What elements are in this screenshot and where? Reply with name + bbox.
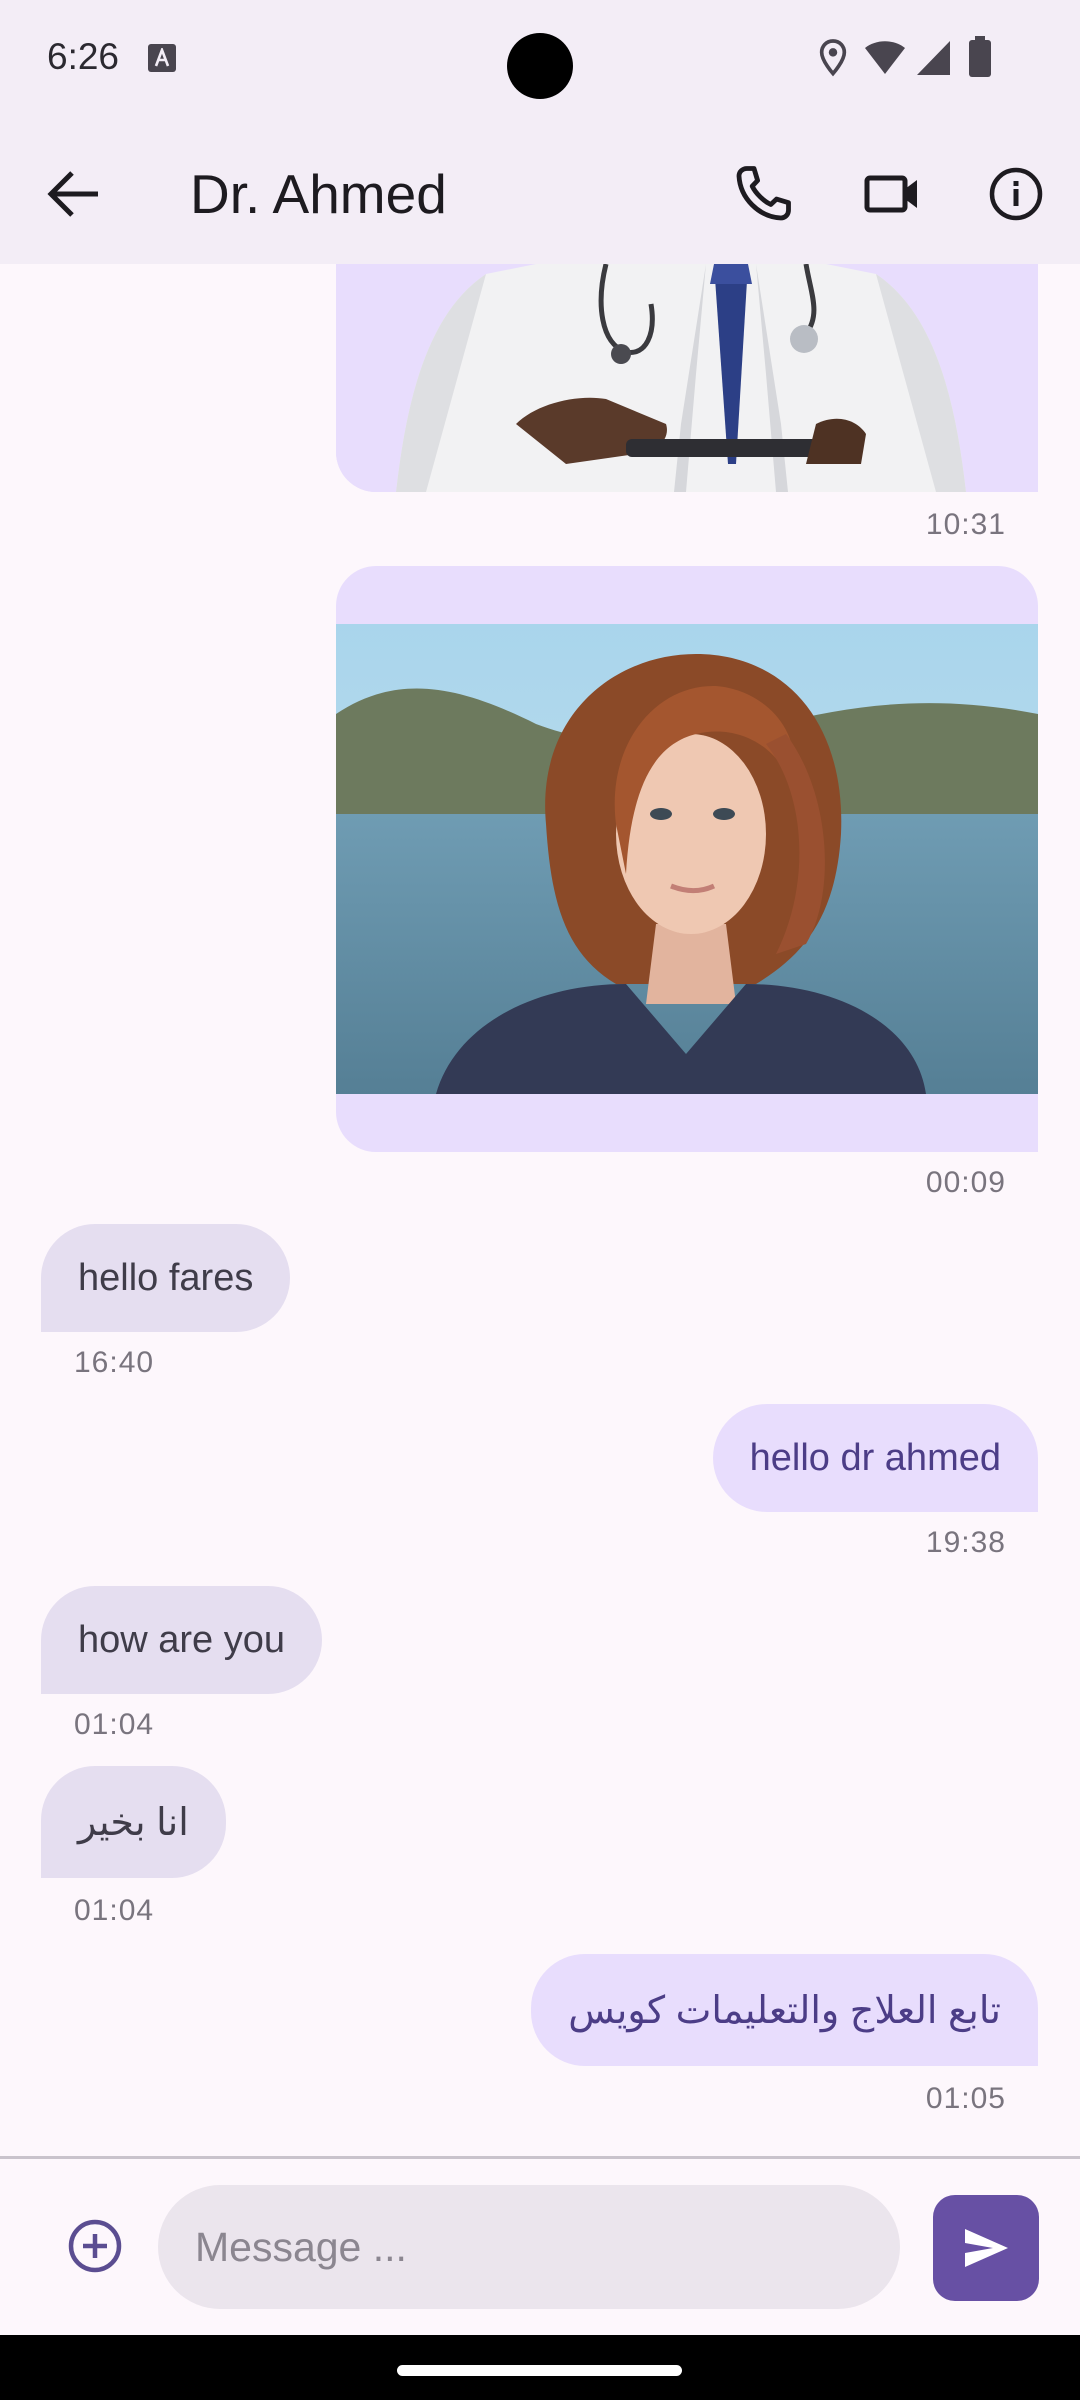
message-composer xyxy=(0,2159,1080,2335)
image-message[interactable] xyxy=(336,264,1038,492)
doctor-image[interactable] xyxy=(336,264,1038,492)
info-icon xyxy=(989,167,1043,221)
message-bubble-incoming[interactable]: how are you xyxy=(41,1586,323,1694)
chat-title: Dr. Ahmed xyxy=(190,163,447,225)
message-time: 16:40 xyxy=(74,1346,155,1379)
info-button[interactable] xyxy=(980,158,1052,230)
home-gesture-handle[interactable] xyxy=(397,2365,682,2376)
back-arrow-icon xyxy=(47,171,98,217)
message-bubble-incoming[interactable]: انا بخير xyxy=(41,1766,226,1878)
wifi-icon xyxy=(865,41,905,74)
portrait-image[interactable] xyxy=(336,624,1038,1152)
message-text: انا بخير xyxy=(78,1801,189,1844)
video-call-button[interactable] xyxy=(853,158,929,230)
send-icon xyxy=(965,2229,1008,2267)
add-attachment-button[interactable] xyxy=(64,2215,126,2277)
status-bar: 6:26 xyxy=(0,0,1080,122)
message-time: 01:04 xyxy=(74,1708,155,1741)
voice-call-button[interactable] xyxy=(727,158,799,230)
message-time: 01:04 xyxy=(74,1894,155,1927)
status-icons xyxy=(816,36,1036,82)
location-icon xyxy=(819,39,847,77)
add-circle-icon xyxy=(68,2219,122,2273)
message-time: 19:38 xyxy=(925,1526,1006,1559)
message-bubble-incoming[interactable]: hello fares xyxy=(41,1224,291,1332)
message-input[interactable] xyxy=(158,2185,900,2309)
send-button[interactable] xyxy=(933,2195,1039,2301)
chat-screen: 6:26 Dr. Ahmed 10:31 00:09 hello fares 1… xyxy=(0,0,1080,2400)
back-button[interactable] xyxy=(38,158,110,230)
message-bubble-outgoing[interactable]: تابع العلاج والتعليمات كويس xyxy=(531,1954,1038,2066)
camera-cutout xyxy=(507,33,573,99)
phone-icon xyxy=(736,166,791,221)
keyboard-a-icon xyxy=(148,44,176,72)
navigation-bar xyxy=(0,2335,1080,2400)
signal-icon xyxy=(917,41,950,75)
message-time: 10:31 xyxy=(925,508,1006,541)
status-time: 6:26 xyxy=(47,36,120,77)
video-camera-icon xyxy=(864,175,917,213)
message-text: hello dr ahmed xyxy=(749,1436,1001,1479)
battery-icon xyxy=(969,36,991,77)
message-time: 01:05 xyxy=(925,2082,1006,2115)
image-message[interactable] xyxy=(336,566,1038,1152)
message-text: تابع العلاج والتعليمات كويس xyxy=(568,1989,1001,2032)
message-text: hello fares xyxy=(78,1256,254,1299)
message-list[interactable]: 10:31 00:09 hello fares 16:40 hello dr a… xyxy=(0,264,1080,2156)
app-bar: Dr. Ahmed xyxy=(0,122,1080,264)
message-time: 00:09 xyxy=(925,1166,1006,1199)
message-text: how are you xyxy=(78,1618,286,1661)
message-bubble-outgoing[interactable]: hello dr ahmed xyxy=(712,1404,1038,1512)
